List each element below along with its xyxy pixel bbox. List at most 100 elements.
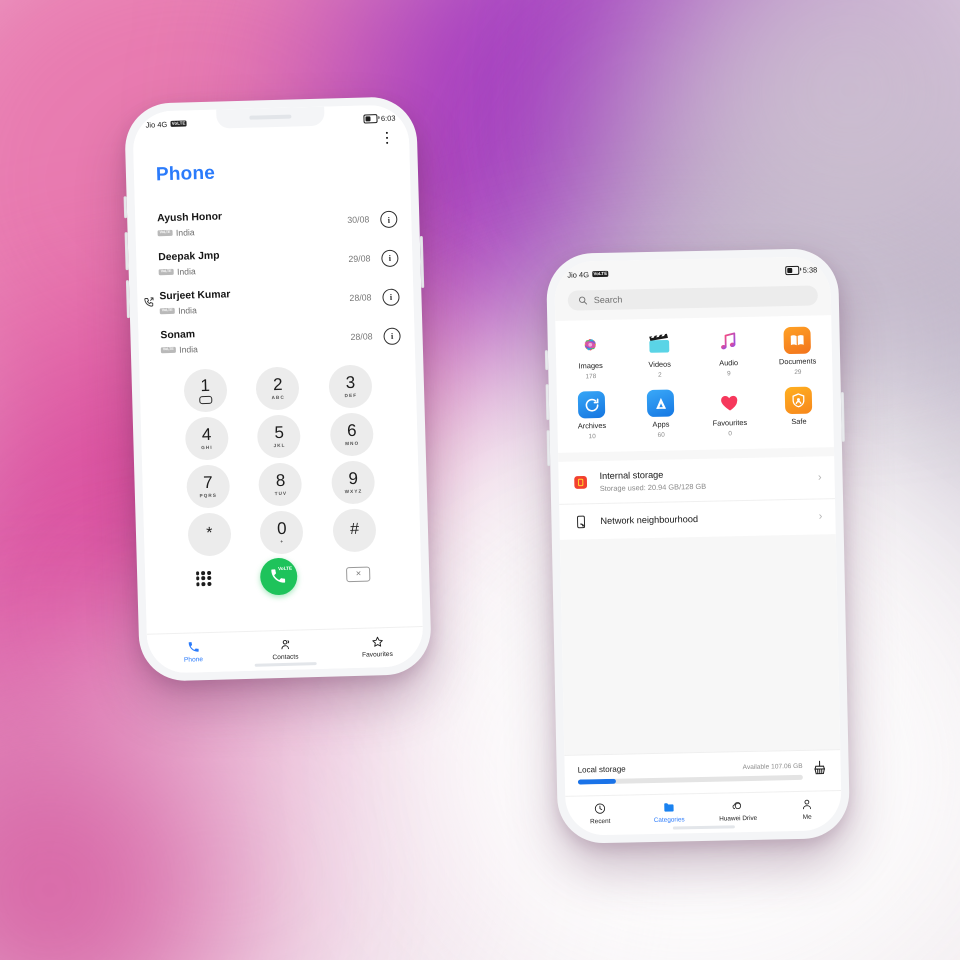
- status-bar-right-phone: Jio 4G VoLTE 5:38: [554, 256, 831, 285]
- dialpad-key-6[interactable]: 6 MNO: [329, 412, 375, 457]
- clock-icon: [594, 803, 606, 814]
- category-count: 29: [794, 368, 802, 376]
- call-location: India: [177, 305, 197, 316]
- key-letters: TUV: [274, 491, 288, 497]
- category-documents[interactable]: Documents 29: [762, 326, 832, 376]
- call-location: India: [175, 227, 195, 238]
- category-audio[interactable]: Audio 9: [693, 328, 763, 378]
- info-icon[interactable]: i: [382, 288, 400, 306]
- heart-icon: [716, 388, 744, 416]
- dialpad-key-1[interactable]: 1: [183, 368, 228, 413]
- available-storage-label: Available 107.06 GB: [742, 762, 803, 772]
- key-digit: #: [349, 521, 360, 539]
- volte-badge: VoLTE: [591, 270, 609, 278]
- carrier-label: Jio 4G: [567, 269, 590, 280]
- network-icon: [572, 514, 590, 529]
- search-input[interactable]: Search: [567, 285, 818, 311]
- clock-label: 5:38: [802, 264, 818, 275]
- category-label: Apps: [652, 419, 670, 429]
- info-icon[interactable]: i: [380, 210, 398, 229]
- key-digit: 8: [275, 471, 286, 491]
- battery-icon: [785, 265, 800, 275]
- apps-icon: [646, 389, 675, 418]
- search-icon: [579, 296, 588, 305]
- key-digit: 0: [276, 519, 287, 539]
- volte-badge: VoLTE: [160, 346, 176, 354]
- contact-name: Ayush Honor: [157, 211, 223, 225]
- contact-name: Sonam: [160, 329, 196, 342]
- backspace-icon[interactable]: ✕: [346, 566, 371, 582]
- tab-huawei-drive[interactable]: Huawei Drive: [703, 798, 772, 823]
- dialpad-key-2[interactable]: 2 ABC: [255, 366, 301, 411]
- person-icon: [803, 799, 812, 810]
- tab-categories[interactable]: Categories: [634, 800, 703, 824]
- call-button[interactable]: VoLTE: [259, 557, 298, 596]
- voicemail-icon: [198, 395, 213, 405]
- category-label: Safe: [791, 416, 807, 427]
- category-archives[interactable]: Archives 10: [557, 390, 627, 440]
- storage-progress-fill: [577, 778, 617, 785]
- phone-mockup-left: Jio 4G VoLTE 6:03 Phone Ayush Honor VoLT…: [123, 96, 433, 682]
- call-location: India: [179, 344, 198, 355]
- row-title: Network neighbourhood: [600, 513, 699, 527]
- category-favourites[interactable]: Favourites 0: [695, 388, 765, 438]
- category-label: Audio: [719, 358, 739, 368]
- more-options-icon[interactable]: [379, 128, 396, 148]
- table-row[interactable]: Sonam VoLTE India 28/08 i: [138, 316, 415, 363]
- dialpad-key-0[interactable]: 0 +: [259, 510, 305, 555]
- key-digit: 7: [202, 473, 213, 493]
- chevron-right-icon: ›: [818, 510, 823, 523]
- dialpad-key-7[interactable]: 7 PQRS: [185, 464, 231, 509]
- storage-progress-track: [577, 774, 803, 785]
- key-letters: MNO: [345, 441, 360, 447]
- category-count: 60: [657, 431, 665, 439]
- phone-icon: [188, 642, 199, 652]
- info-icon[interactable]: i: [383, 327, 401, 345]
- cloud-icon: [732, 802, 742, 810]
- dialpad-key-8[interactable]: 8 TUV: [258, 462, 303, 507]
- contacts-icon: [280, 639, 289, 650]
- key-letters: JKL: [273, 443, 286, 449]
- tab-phone[interactable]: Phone: [147, 639, 240, 665]
- key-letters: WXYZ: [344, 488, 363, 495]
- category-videos[interactable]: Videos 2: [624, 329, 694, 379]
- carrier-label: Jio 4G: [145, 119, 168, 130]
- key-digit: 9: [348, 469, 359, 489]
- tab-label: Contacts: [272, 653, 299, 662]
- category-label: Archives: [577, 420, 607, 431]
- category-images[interactable]: Images 178: [555, 330, 625, 380]
- category-safe[interactable]: Safe: [764, 386, 834, 436]
- dialpad: 1 2 ABC 3 DEF 4 GHI 5 JKL 6 MNO 7 PQRS 8…: [168, 364, 391, 557]
- row-subtitle: Storage used: 20.94 GB/128 GB: [599, 481, 707, 493]
- key-digit: 4: [201, 425, 212, 445]
- call-date: 28/08: [350, 331, 373, 342]
- call-log-list: Ayush Honor VoLTE India 30/08 i Deepak J…: [135, 199, 415, 362]
- tab-me[interactable]: Me: [772, 797, 841, 821]
- tab-label: Recent: [590, 817, 611, 826]
- broom-icon[interactable]: [811, 759, 827, 780]
- dialpad-key-9[interactable]: 9 WXYZ: [331, 460, 376, 505]
- list-item-network-neighbourhood[interactable]: Network neighbourhood ›: [559, 497, 836, 540]
- category-label: Videos: [648, 359, 672, 369]
- storage-locations-list: Internal storage Storage used: 20.94 GB/…: [558, 456, 836, 540]
- dialpad-key-4[interactable]: 4 GHI: [184, 416, 229, 461]
- category-count: 178: [585, 373, 597, 381]
- list-item-internal-storage[interactable]: Internal storage Storage used: 20.94 GB/…: [558, 456, 835, 503]
- category-apps[interactable]: Apps 60: [626, 389, 696, 439]
- dialpad-key-3[interactable]: 3 DEF: [328, 364, 373, 409]
- volte-badge: VoLTE: [157, 229, 173, 237]
- safe-icon: [784, 386, 813, 415]
- dialpad-key-star[interactable]: *: [187, 512, 232, 557]
- tab-contacts[interactable]: Contacts: [239, 637, 332, 663]
- bottom-nav-right-phone: Recent Categories Huawei Drive Me: [565, 790, 842, 836]
- key-digit: 1: [200, 375, 211, 395]
- tab-recent[interactable]: Recent: [565, 801, 634, 825]
- info-icon[interactable]: i: [381, 249, 399, 268]
- call-location: India: [176, 266, 196, 277]
- dialpad-key-5[interactable]: 5 JKL: [257, 414, 302, 459]
- key-letters: +: [280, 539, 285, 545]
- key-letters: PQRS: [199, 493, 218, 499]
- dialpad-icon[interactable]: [195, 570, 212, 587]
- tab-favourites[interactable]: Favourites: [331, 634, 424, 660]
- dialpad-key-hash[interactable]: #: [332, 508, 377, 553]
